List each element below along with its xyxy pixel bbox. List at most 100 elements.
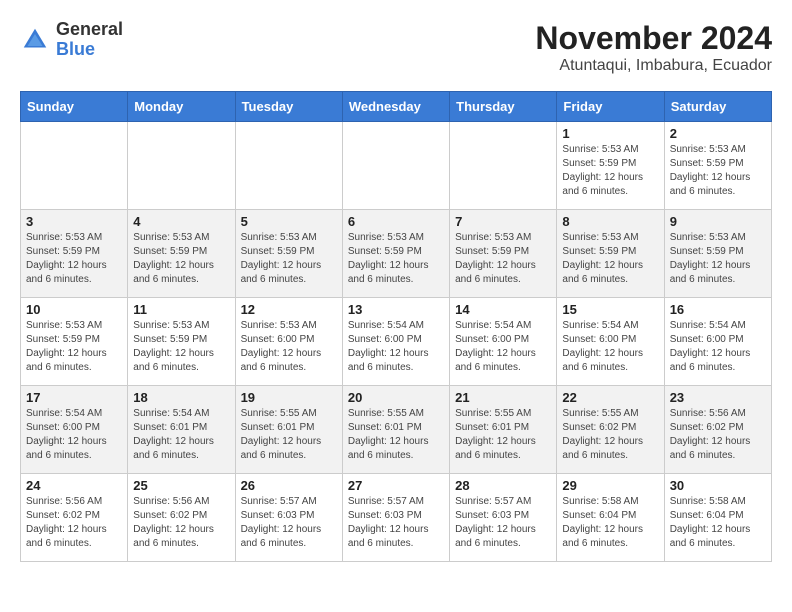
day-number: 5 xyxy=(241,214,337,229)
day-info: Sunrise: 5:58 AM Sunset: 6:04 PM Dayligh… xyxy=(562,495,658,551)
day-number: 11 xyxy=(133,302,229,317)
calendar-cell xyxy=(21,122,128,210)
calendar-cell: 30 Sunrise: 5:58 AM Sunset: 6:04 PM Dayli… xyxy=(664,474,771,562)
title-block: November 2024 Atuntaqui, Imbabura, Ecuad… xyxy=(535,20,772,75)
day-number: 1 xyxy=(562,126,658,141)
day-info: Sunrise: 5:54 AM Sunset: 6:00 PM Dayligh… xyxy=(562,319,658,375)
day-number: 18 xyxy=(133,390,229,405)
day-header-sunday: Sunday xyxy=(21,92,128,122)
calendar-cell: 13 Sunrise: 5:54 AM Sunset: 6:00 PM Dayli… xyxy=(342,298,449,386)
day-number: 21 xyxy=(455,390,551,405)
day-number: 15 xyxy=(562,302,658,317)
calendar-cell: 23Sunrise: 5:56 AM Sunset: 6:02 PM Dayli… xyxy=(664,386,771,474)
logo-icon xyxy=(20,25,50,55)
calendar-cell: 18 Sunrise: 5:54 AM Sunset: 6:01 PM Dayli… xyxy=(128,386,235,474)
day-info: Sunrise: 5:53 AM Sunset: 5:59 PM Dayligh… xyxy=(562,231,658,287)
day-info: Sunrise: 5:54 AM Sunset: 6:00 PM Dayligh… xyxy=(348,319,444,375)
day-number: 22 xyxy=(562,390,658,405)
logo-text: General Blue xyxy=(56,20,123,60)
day-info: Sunrise: 5:53 AM Sunset: 5:59 PM Dayligh… xyxy=(26,319,122,375)
day-number: 13 xyxy=(348,302,444,317)
calendar-header-row: SundayMondayTuesdayWednesdayThursdayFrid… xyxy=(21,92,772,122)
calendar-cell: 4 Sunrise: 5:53 AM Sunset: 5:59 PM Daylig… xyxy=(128,210,235,298)
calendar-cell: 17Sunrise: 5:54 AM Sunset: 6:00 PM Dayli… xyxy=(21,386,128,474)
day-info: Sunrise: 5:58 AM Sunset: 6:04 PM Dayligh… xyxy=(670,495,766,551)
calendar-cell xyxy=(235,122,342,210)
day-info: Sunrise: 5:55 AM Sunset: 6:02 PM Dayligh… xyxy=(562,407,658,463)
logo: General Blue xyxy=(20,20,123,60)
calendar-cell: 20 Sunrise: 5:55 AM Sunset: 6:01 PM Dayli… xyxy=(342,386,449,474)
day-info: Sunrise: 5:53 AM Sunset: 5:59 PM Dayligh… xyxy=(348,231,444,287)
calendar-cell: 22 Sunrise: 5:55 AM Sunset: 6:02 PM Dayli… xyxy=(557,386,664,474)
day-number: 20 xyxy=(348,390,444,405)
day-info: Sunrise: 5:56 AM Sunset: 6:02 PM Dayligh… xyxy=(26,495,122,551)
day-number: 4 xyxy=(133,214,229,229)
day-number: 8 xyxy=(562,214,658,229)
day-info: Sunrise: 5:57 AM Sunset: 6:03 PM Dayligh… xyxy=(241,495,337,551)
day-info: Sunrise: 5:57 AM Sunset: 6:03 PM Dayligh… xyxy=(348,495,444,551)
day-info: Sunrise: 5:53 AM Sunset: 5:59 PM Dayligh… xyxy=(133,231,229,287)
calendar-cell: 24 Sunrise: 5:56 AM Sunset: 6:02 PM Dayli… xyxy=(21,474,128,562)
calendar-cell: 16 Sunrise: 5:54 AM Sunset: 6:00 PM Dayli… xyxy=(664,298,771,386)
day-info: Sunrise: 5:53 AM Sunset: 6:00 PM Dayligh… xyxy=(241,319,337,375)
day-number: 24 xyxy=(26,478,122,493)
day-number: 25 xyxy=(133,478,229,493)
calendar-week-row: 3 Sunrise: 5:53 AM Sunset: 5:59 PM Daylig… xyxy=(21,210,772,298)
calendar-cell: 19 Sunrise: 5:55 AM Sunset: 6:01 PM Dayli… xyxy=(235,386,342,474)
day-number: 10 xyxy=(26,302,122,317)
day-info: Sunrise: 5:54 AM Sunset: 6:00 PM Dayligh… xyxy=(670,319,766,375)
day-info: Sunrise: 5:56 AM Sunset: 6:02 PM Dayligh… xyxy=(133,495,229,551)
day-info: Sunrise: 5:54 AM Sunset: 6:00 PM Dayligh… xyxy=(455,319,551,375)
day-number: 19 xyxy=(241,390,337,405)
day-info: Sunrise: 5:53 AM Sunset: 5:59 PM Dayligh… xyxy=(455,231,551,287)
calendar-cell: 29 Sunrise: 5:58 AM Sunset: 6:04 PM Dayli… xyxy=(557,474,664,562)
day-header-tuesday: Tuesday xyxy=(235,92,342,122)
calendar-cell: 21 Sunrise: 5:55 AM Sunset: 6:01 PM Dayli… xyxy=(450,386,557,474)
calendar-cell: 27 Sunrise: 5:57 AM Sunset: 6:03 PM Dayli… xyxy=(342,474,449,562)
day-info: Sunrise: 5:53 AM Sunset: 5:59 PM Dayligh… xyxy=(241,231,337,287)
calendar-cell: 5 Sunrise: 5:53 AM Sunset: 5:59 PM Daylig… xyxy=(235,210,342,298)
calendar-cell: 2Sunrise: 5:53 AM Sunset: 5:59 PM Daylig… xyxy=(664,122,771,210)
page-header: General Blue November 2024 Atuntaqui, Im… xyxy=(20,20,772,75)
day-info: Sunrise: 5:55 AM Sunset: 6:01 PM Dayligh… xyxy=(455,407,551,463)
calendar-cell: 15 Sunrise: 5:54 AM Sunset: 6:00 PM Dayli… xyxy=(557,298,664,386)
calendar-cell: 10 Sunrise: 5:53 AM Sunset: 5:59 PM Dayli… xyxy=(21,298,128,386)
calendar-week-row: 24 Sunrise: 5:56 AM Sunset: 6:02 PM Dayli… xyxy=(21,474,772,562)
day-info: Sunrise: 5:54 AM Sunset: 6:00 PM Dayligh… xyxy=(26,407,122,463)
day-info: Sunrise: 5:53 AM Sunset: 5:59 PM Dayligh… xyxy=(133,319,229,375)
day-number: 27 xyxy=(348,478,444,493)
calendar-cell: 6 Sunrise: 5:53 AM Sunset: 5:59 PM Daylig… xyxy=(342,210,449,298)
calendar-cell: 11 Sunrise: 5:53 AM Sunset: 5:59 PM Dayli… xyxy=(128,298,235,386)
calendar-cell: 25 Sunrise: 5:56 AM Sunset: 6:02 PM Dayli… xyxy=(128,474,235,562)
calendar-cell: 7Sunrise: 5:53 AM Sunset: 5:59 PM Daylig… xyxy=(450,210,557,298)
day-header-wednesday: Wednesday xyxy=(342,92,449,122)
day-info: Sunrise: 5:54 AM Sunset: 6:01 PM Dayligh… xyxy=(133,407,229,463)
day-info: Sunrise: 5:55 AM Sunset: 6:01 PM Dayligh… xyxy=(241,407,337,463)
day-number: 9 xyxy=(670,214,766,229)
day-number: 2 xyxy=(670,126,766,141)
day-info: Sunrise: 5:56 AM Sunset: 6:02 PM Dayligh… xyxy=(670,407,766,463)
calendar-cell: 1Sunrise: 5:53 AM Sunset: 5:59 PM Daylig… xyxy=(557,122,664,210)
day-number: 29 xyxy=(562,478,658,493)
day-info: Sunrise: 5:53 AM Sunset: 5:59 PM Dayligh… xyxy=(670,231,766,287)
day-number: 30 xyxy=(670,478,766,493)
calendar-cell: 28Sunrise: 5:57 AM Sunset: 6:03 PM Dayli… xyxy=(450,474,557,562)
day-number: 6 xyxy=(348,214,444,229)
day-number: 12 xyxy=(241,302,337,317)
month-year-title: November 2024 xyxy=(535,20,772,57)
day-header-saturday: Saturday xyxy=(664,92,771,122)
day-header-monday: Monday xyxy=(128,92,235,122)
day-info: Sunrise: 5:57 AM Sunset: 6:03 PM Dayligh… xyxy=(455,495,551,551)
calendar-cell xyxy=(342,122,449,210)
day-number: 16 xyxy=(670,302,766,317)
calendar-week-row: 10 Sunrise: 5:53 AM Sunset: 5:59 PM Dayli… xyxy=(21,298,772,386)
day-header-thursday: Thursday xyxy=(450,92,557,122)
day-header-friday: Friday xyxy=(557,92,664,122)
day-number: 14 xyxy=(455,302,551,317)
calendar-cell: 9 Sunrise: 5:53 AM Sunset: 5:59 PM Daylig… xyxy=(664,210,771,298)
calendar-week-row: 17Sunrise: 5:54 AM Sunset: 6:00 PM Dayli… xyxy=(21,386,772,474)
day-number: 26 xyxy=(241,478,337,493)
day-number: 3 xyxy=(26,214,122,229)
calendar-cell: 3Sunrise: 5:53 AM Sunset: 5:59 PM Daylig… xyxy=(21,210,128,298)
day-info: Sunrise: 5:55 AM Sunset: 6:01 PM Dayligh… xyxy=(348,407,444,463)
